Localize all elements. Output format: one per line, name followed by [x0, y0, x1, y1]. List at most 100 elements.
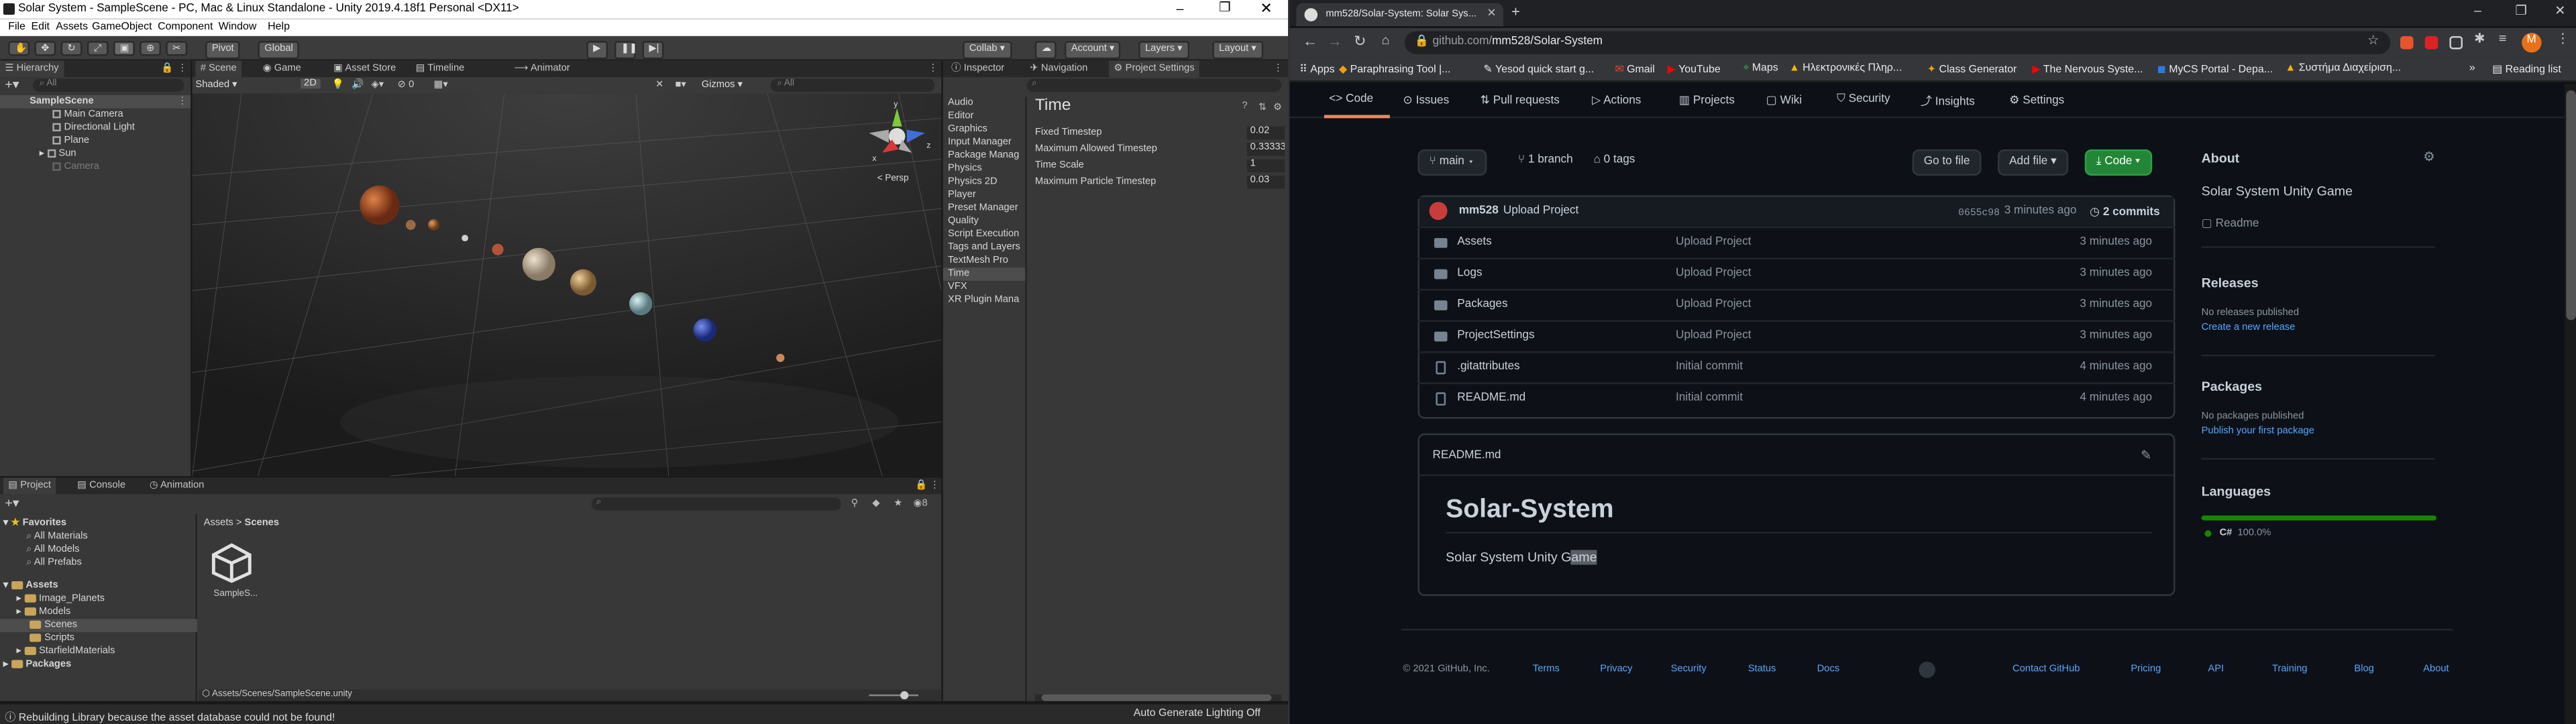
settings-category[interactable]: Graphics	[948, 123, 987, 137]
file-commit-message[interactable]: Upload Project	[1676, 267, 1751, 279]
reload-icon[interactable]: ↻	[1354, 33, 1366, 51]
favorite-star-icon[interactable]: ★	[894, 497, 902, 509]
new-tab-icon[interactable]: +	[1511, 3, 1520, 19]
menu-window[interactable]: Window	[219, 21, 257, 33]
scene-viewport[interactable]: y z x < Persp	[192, 93, 942, 477]
menu-component[interactable]: Component	[158, 21, 213, 33]
menu-edit[interactable]: Edit	[32, 21, 50, 33]
publish-package-link[interactable]: Publish your first package	[2202, 427, 2314, 437]
maximize-icon[interactable]: ❐	[2515, 3, 2527, 18]
menu-assets[interactable]: Assets	[56, 21, 88, 33]
preset-icon[interactable]: ⇅	[1258, 102, 1267, 113]
settings-category[interactable]: TextMesh Pro	[948, 255, 1008, 268]
commit-hash[interactable]: 0655c98	[1958, 207, 2000, 219]
hierarchy-item[interactable]: Main Camera	[52, 109, 123, 122]
hierarchy-item[interactable]: Plane	[52, 135, 89, 148]
commit-author[interactable]: mm528	[1459, 205, 1499, 217]
packages-folder[interactable]: ▸ Packages	[3, 658, 71, 672]
scene-menu-icon[interactable]: ⋮	[177, 95, 187, 109]
commits-link[interactable]: ◷ 2 commits	[2090, 205, 2160, 219]
breadcrumb-assets[interactable]: Assets	[204, 519, 233, 529]
tab-project-settings[interactable]: ⚙ Project Settings	[1109, 60, 1199, 78]
tab-console[interactable]: ▤ Console	[72, 478, 131, 494]
folder-item[interactable]: ▸ Image_Planets	[16, 593, 105, 606]
back-icon[interactable]: ←	[1303, 33, 1318, 49]
bookmark-item[interactable]: ✎ Yesod quick start g...	[1483, 62, 1594, 76]
filter-label-icon[interactable]: ◆	[872, 497, 879, 509]
tab-pull-requests[interactable]: ⇅ Pull requests	[1481, 94, 1560, 107]
readme-link[interactable]: ▢ Readme	[2202, 217, 2259, 230]
scrollbar-thumb[interactable]	[1041, 694, 1272, 701]
planet-pluto[interactable]	[776, 353, 785, 363]
favorite-item[interactable]: ⌕ All Materials	[26, 530, 88, 544]
tab-close-icon[interactable]: ✕	[1487, 7, 1496, 19]
file-name[interactable]: Logs	[1457, 267, 1482, 279]
footer-link[interactable]: Blog	[2354, 665, 2373, 675]
global-toggle[interactable]: Global	[258, 41, 300, 60]
pause-button[interactable]: ❚❚	[614, 41, 637, 60]
maximize-icon[interactable]: ❐	[1219, 0, 1231, 15]
branches-link[interactable]: ⑂ 1 branch	[1518, 154, 1573, 166]
reading-list[interactable]: ▤ Reading list	[2492, 62, 2561, 76]
bookmark-item[interactable]: ◆ Paraphrasing Tool |...	[1339, 62, 1451, 76]
tab-wiki[interactable]: ▢ Wiki	[1766, 94, 1802, 107]
create-plus-icon[interactable]: +▾	[5, 77, 19, 92]
about-settings-gear-icon[interactable]: ⚙	[2423, 149, 2435, 164]
settings-category[interactable]: Input Manager	[948, 136, 1012, 149]
tab-asset-store[interactable]: ▣ Asset Store	[329, 61, 401, 77]
planet-sun[interactable]	[360, 185, 400, 225]
help-icon[interactable]: ?	[1242, 102, 1247, 112]
scene-search-input[interactable]: ⌕ All	[770, 78, 935, 93]
zoom-slider[interactable]	[869, 694, 918, 697]
github-logo-icon[interactable]	[1919, 661, 1935, 678]
file-commit-message[interactable]: Upload Project	[1676, 299, 1751, 310]
2d-toggle[interactable]: 2D	[301, 78, 320, 89]
settings-category[interactable]: Quality	[948, 215, 979, 229]
planet-mercury[interactable]	[405, 220, 416, 230]
file-row[interactable]: Assets Upload Project 3 minutes ago	[1417, 226, 2176, 258]
tab-issues[interactable]: ⊙ Issues	[1403, 94, 1449, 107]
minimize-icon[interactable]: –	[1176, 1, 1183, 16]
filter-type-icon[interactable]: ⚲	[851, 497, 859, 509]
transform-tool-icon[interactable]: ⊕	[140, 41, 162, 56]
breadcrumb-scenes[interactable]: Scenes	[245, 519, 279, 529]
hierarchy-item[interactable]: ▸ Sun	[40, 147, 76, 161]
page-scrollbar[interactable]	[2564, 83, 2576, 724]
settings-category[interactable]: VFX	[948, 281, 967, 294]
forward-icon[interactable]: →	[1328, 33, 1342, 49]
apps-bookmark[interactable]: ⠿ Apps	[1299, 62, 1334, 76]
gizmos-dropdown[interactable]: Gizmos ▾	[702, 79, 743, 90]
file-commit-message[interactable]: Upload Project	[1676, 237, 1751, 248]
settings-category[interactable]: Script Execution	[948, 228, 1019, 241]
minimize-icon[interactable]: –	[2474, 3, 2481, 18]
bookmark-item[interactable]: ✉ Gmail	[1615, 62, 1654, 76]
close-icon[interactable]: ✕	[2555, 3, 2565, 18]
branch-select[interactable]: ⑂ main ▾	[1417, 149, 1487, 176]
audio-toggle-icon[interactable]: 🔊	[352, 79, 364, 90]
file-commit-message[interactable]: Initial commit	[1676, 392, 1743, 404]
settings-search-input[interactable]: ⌕	[1026, 78, 1282, 93]
file-name[interactable]: Packages	[1457, 299, 1507, 310]
kebab-menu-icon[interactable]: ⋮	[177, 62, 187, 74]
code-button[interactable]: ⤓ Code ▾	[2084, 149, 2152, 176]
max-particle-timestep-field[interactable]: 0.03	[1246, 176, 1285, 189]
settings-category[interactable]: XR Plugin Mana	[948, 294, 1019, 307]
settings-category[interactable]: Tags and Layers	[948, 241, 1020, 255]
home-icon[interactable]: ⌂	[1382, 33, 1390, 48]
file-row[interactable]: README.md Initial commit 4 minutes ago	[1417, 382, 2176, 414]
tab-inspector[interactable]: ⓘ Inspector	[947, 61, 1010, 77]
effects-toggle-icon[interactable]: ◈▾	[371, 79, 384, 90]
cloud-icon[interactable]: ☁	[1034, 41, 1057, 60]
planet-mars[interactable]	[492, 243, 504, 255]
bookmark-item[interactable]: ⌖ Maps	[1743, 62, 1778, 76]
menu-gameobject[interactable]: GameObject	[92, 21, 152, 33]
create-release-link[interactable]: Create a new release	[2202, 323, 2296, 333]
footer-link[interactable]: About	[2423, 665, 2449, 675]
play-button[interactable]: ▶	[586, 41, 608, 60]
bookmark-item[interactable]: ▶ YouTube	[1668, 62, 1721, 76]
extension-icon[interactable]	[2424, 36, 2438, 50]
hierarchy-scene-row[interactable]: SampleScene ⋮	[0, 95, 191, 109]
tab-animator[interactable]: ⟶ Animator	[509, 61, 575, 77]
step-button[interactable]: ▶|	[642, 41, 664, 60]
language-name[interactable]: C#	[2220, 529, 2233, 539]
